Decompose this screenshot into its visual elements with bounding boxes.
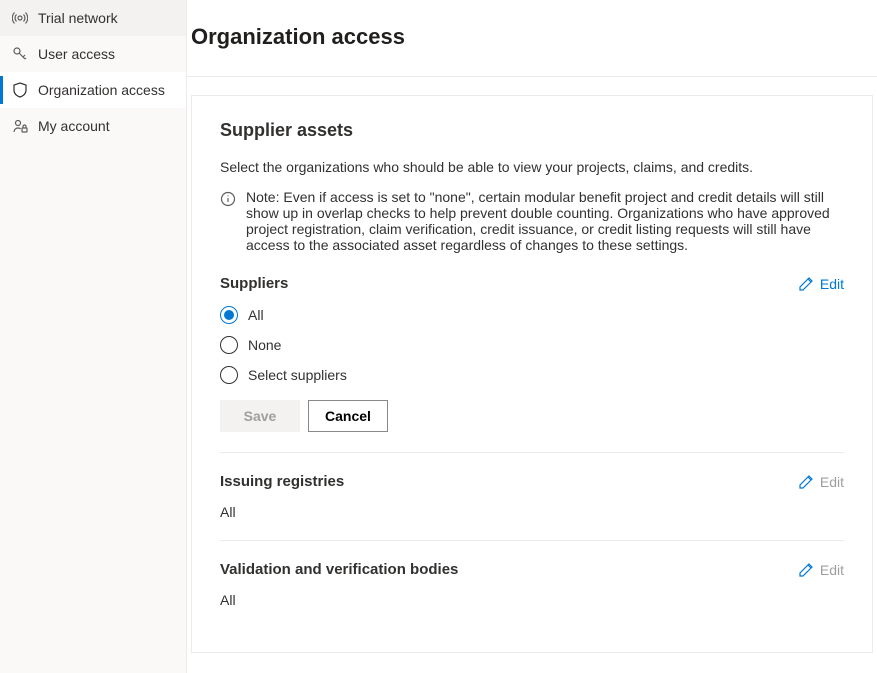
radio-select-suppliers[interactable]: Select suppliers — [220, 366, 844, 384]
card-description: Select the organizations who should be a… — [220, 159, 844, 175]
vvb-value: All — [220, 592, 844, 608]
page-title: Organization access — [191, 24, 873, 50]
vvb-title: Validation and verification bodies — [220, 561, 458, 578]
suppliers-radio-group: All None Select suppliers — [220, 306, 844, 384]
note-text: Note: Even if access is set to "none", c… — [246, 189, 844, 253]
sidebar-item-my-account[interactable]: My account — [0, 108, 186, 144]
radio-label: All — [248, 307, 264, 323]
info-icon — [220, 191, 236, 207]
sidebar-item-label: Organization access — [38, 82, 165, 98]
radio-all[interactable]: All — [220, 306, 844, 324]
broadcast-icon — [12, 10, 28, 26]
person-lock-icon — [12, 118, 28, 134]
edit-issuing-button[interactable]: Edit — [798, 474, 844, 490]
cancel-button[interactable]: Cancel — [308, 400, 388, 432]
shield-icon — [12, 82, 28, 98]
radio-none[interactable]: None — [220, 336, 844, 354]
pencil-icon — [798, 562, 814, 578]
vvb-section: Validation and verification bodies Edit … — [220, 540, 844, 628]
issuing-title: Issuing registries — [220, 473, 344, 490]
suppliers-section: Suppliers Edit All — [220, 271, 844, 452]
sidebar: Trial network User access Organization a… — [0, 0, 187, 673]
pencil-icon — [798, 474, 814, 490]
edit-label: Edit — [820, 562, 844, 578]
sidebar-item-trial-network[interactable]: Trial network — [0, 0, 186, 36]
edit-suppliers-button[interactable]: Edit — [798, 276, 844, 292]
pencil-icon — [798, 276, 814, 292]
radio-label: Select suppliers — [248, 367, 347, 383]
radio-indicator — [220, 306, 238, 324]
edit-label: Edit — [820, 276, 844, 292]
radio-label: None — [248, 337, 281, 353]
sidebar-item-label: User access — [38, 46, 115, 62]
issuing-registries-section: Issuing registries Edit All — [220, 452, 844, 540]
radio-indicator — [220, 366, 238, 384]
info-note: Note: Even if access is set to "none", c… — [220, 189, 844, 253]
edit-vvb-button[interactable]: Edit — [798, 562, 844, 578]
sidebar-item-user-access[interactable]: User access — [0, 36, 186, 72]
key-icon — [12, 46, 28, 62]
edit-label: Edit — [820, 474, 844, 490]
supplier-assets-card: Supplier assets Select the organizations… — [191, 95, 873, 653]
sidebar-item-organization-access[interactable]: Organization access — [0, 72, 186, 108]
issuing-value: All — [220, 504, 844, 520]
sidebar-item-label: My account — [38, 118, 110, 134]
radio-indicator — [220, 336, 238, 354]
sidebar-item-label: Trial network — [38, 10, 118, 26]
card-title: Supplier assets — [220, 120, 844, 141]
suppliers-title: Suppliers — [220, 275, 288, 292]
page-header: Organization access — [187, 0, 877, 77]
save-button[interactable]: Save — [220, 400, 300, 432]
main-content: Organization access Supplier assets Sele… — [187, 0, 877, 673]
